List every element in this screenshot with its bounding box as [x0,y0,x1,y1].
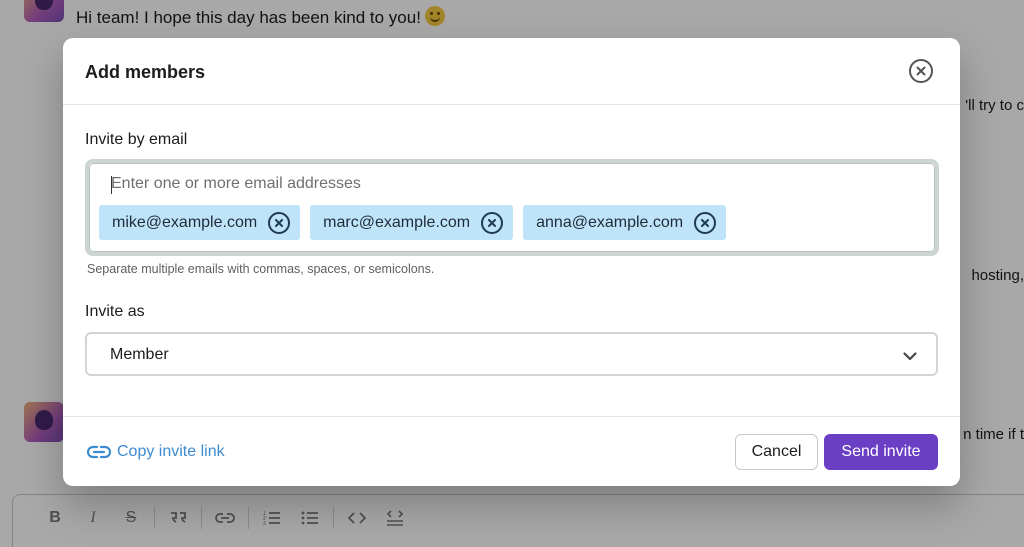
remove-icon [275,218,284,227]
email-hint-text: Separate multiple emails with commas, sp… [87,262,435,276]
email-chip-label: mike@example.com [112,213,258,231]
email-field[interactable]: mike@example.com marc@example.com anna@e… [85,159,939,256]
email-chip-list: mike@example.com marc@example.com anna@e… [99,205,727,240]
close-icon [916,66,926,76]
dialog-title: Add members [85,62,206,82]
remove-icon [701,218,710,227]
close-button[interactable] [909,59,933,83]
link-icon [87,445,111,459]
remove-email-button[interactable] [694,211,717,234]
add-members-dialog: Add members Invite by email mike@example… [63,38,960,486]
copy-invite-link[interactable]: Copy invite link [87,443,225,461]
invite-by-email-label: Invite by email [85,131,188,148]
remove-email-button[interactable] [481,211,504,234]
role-select[interactable]: Member [85,332,938,376]
invite-as-label: Invite as [85,303,145,320]
dialog-footer: Copy invite link Cancel Send invite [63,416,960,486]
copy-invite-link-label: Copy invite link [117,443,225,460]
email-chip: mike@example.com [99,205,301,240]
text-caret [111,176,112,194]
chevron-down-icon [903,352,917,361]
remove-email-button[interactable] [268,211,291,234]
email-chip: marc@example.com [310,205,514,240]
email-chip-label: marc@example.com [323,213,471,231]
dialog-header: Add members [63,38,960,105]
role-select-value: Member [110,346,169,363]
email-input[interactable] [111,175,711,193]
send-invite-button[interactable]: Send invite [824,434,938,470]
email-chip-label: anna@example.com [536,213,684,231]
email-chip: anna@example.com [523,205,727,240]
cancel-button[interactable]: Cancel [735,434,818,470]
remove-icon [488,218,497,227]
